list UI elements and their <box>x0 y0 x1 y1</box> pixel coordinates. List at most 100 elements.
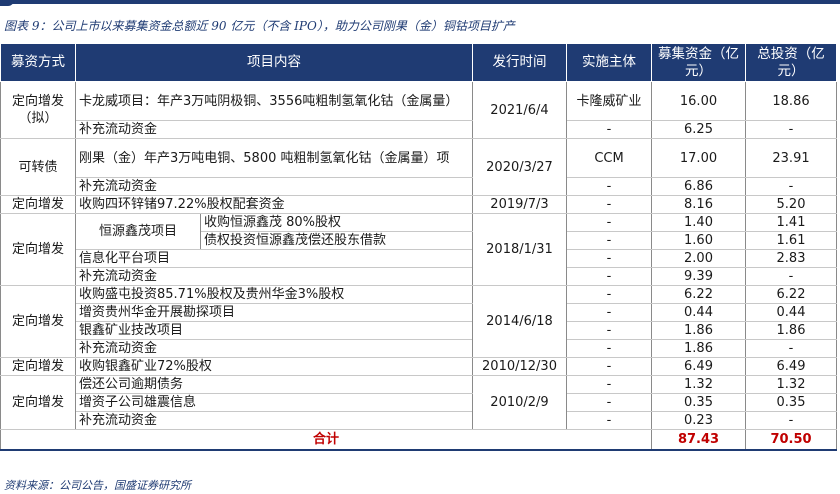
table-row: 补充流动资金 - 9.39 - <box>1 267 837 286</box>
raised-cell: 0.35 <box>651 393 746 412</box>
project-cell: 收购恒源鑫茂 80%股权 <box>200 213 473 232</box>
project-cell: 刚果（金）年产3万吨电铜、5800 吨粗制氢氧化钴（金属量）项 <box>75 138 473 178</box>
total-cell: - <box>745 411 837 430</box>
table-row: 增资贵州华金开展勘探项目 - 0.44 0.44 <box>1 303 837 322</box>
total-cell: 1.32 <box>745 375 837 394</box>
entity-cell: CCM <box>566 138 652 178</box>
total-label: 合计 <box>0 429 652 451</box>
table-row: 定向增发 收购四环锌锗97.22%股权配套资金 2019/7/3 - 8.16 … <box>0 195 837 214</box>
raised-cell: 1.86 <box>651 339 746 358</box>
table-row: 增资子公司雄震信息 - 0.35 0.35 <box>1 393 837 412</box>
total-cell: 18.86 <box>745 81 837 121</box>
table-row: 补充流动资金 - 0.23 - <box>1 411 837 430</box>
entity-cell: - <box>566 303 652 322</box>
total-cell: 5.20 <box>745 195 837 214</box>
table-row: 定向增发 收购盛屯投资85.71%股权及贵州华金3%股权 2014/6/18 -… <box>0 285 837 358</box>
total-cell: - <box>745 177 837 196</box>
entity-cell: - <box>566 285 652 304</box>
header-method: 募资方式 <box>0 43 76 82</box>
date-cell: 2019/7/3 <box>472 195 567 214</box>
entity-cell: - <box>566 195 652 214</box>
entity-cell: - <box>566 411 652 430</box>
top-rule <box>0 0 840 4</box>
header-raised: 募集资金（亿元） <box>651 43 746 82</box>
total-cell: - <box>745 339 837 358</box>
header-project: 项目内容 <box>75 43 473 82</box>
project-cell: 补充流动资金 <box>75 267 473 286</box>
project-cell: 增资贵州华金开展勘探项目 <box>75 303 473 322</box>
project-cell: 补充流动资金 <box>75 120 473 139</box>
project-cell: 补充流动资金 <box>75 177 473 196</box>
raised-cell: 1.32 <box>651 375 746 394</box>
project-cell: 债权投资恒源鑫茂偿还股东借款 <box>200 231 473 250</box>
total-cell: 1.61 <box>745 231 837 250</box>
total-total: 70.50 <box>745 429 837 451</box>
raised-cell: 6.25 <box>651 120 746 139</box>
method-cell: 定向增发 <box>0 357 76 376</box>
project-cell: 偿还公司逾期债务 <box>75 375 473 394</box>
table-row: 定向增发 收购银鑫矿业72%股权 2010/12/30 - 6.49 6.49 <box>0 357 837 376</box>
project-cell: 收购银鑫矿业72%股权 <box>75 357 473 376</box>
table-header-row: 募资方式 项目内容 发行时间 实施主体 募集资金（亿元） 总投资（亿元） <box>0 43 837 82</box>
table-row: 可转债 刚果（金）年产3万吨电铜、5800 吨粗制氢氧化钴（金属量）项 2020… <box>0 138 837 196</box>
total-cell: - <box>745 267 837 286</box>
project-cell: 增资子公司雄震信息 <box>75 393 473 412</box>
raised-cell: 6.22 <box>651 285 746 304</box>
date-cell: 2020/3/27 <box>472 138 567 196</box>
source-note: 资料来源：公司公告，国盛证券研究所 <box>4 479 191 492</box>
total-cell: 0.35 <box>745 393 837 412</box>
date-cell: 2018/1/31 <box>472 213 567 286</box>
header-date: 发行时间 <box>472 43 567 82</box>
table-row: 补充流动资金 - 1.86 - <box>1 339 837 358</box>
table-row: 定向增发 偿还公司逾期债务 2010/2/9 - 1.32 1.32 <box>0 375 837 430</box>
method-cell: 定向增发 <box>0 375 76 430</box>
total-cell: - <box>745 120 837 139</box>
raised-cell: 1.86 <box>651 321 746 340</box>
raised-cell: 9.39 <box>651 267 746 286</box>
entity-cell: - <box>566 267 652 286</box>
project-cell: 补充流动资金 <box>75 411 473 430</box>
raised-cell: 2.00 <box>651 249 746 268</box>
project-cell: 收购四环锌锗97.22%股权配套资金 <box>75 195 473 214</box>
raised-cell: 1.60 <box>651 231 746 250</box>
fundraising-table: 募资方式 项目内容 发行时间 实施主体 募集资金（亿元） 总投资（亿元） 定向增… <box>0 43 837 451</box>
method-cell: 可转债 <box>0 138 76 196</box>
entity-cell: - <box>566 321 652 340</box>
raised-cell: 8.16 <box>651 195 746 214</box>
total-cell: 6.49 <box>745 357 837 376</box>
table-row: 定向增发 恒源鑫茂项目 收购恒源鑫茂 80%股权 2018/1/31 - 1.4… <box>0 213 837 286</box>
entity-cell: - <box>566 177 652 196</box>
raised-cell: 16.00 <box>651 81 746 121</box>
table-row: 银鑫矿业技改项目 - 1.86 1.86 <box>1 321 837 340</box>
project-cell: 银鑫矿业技改项目 <box>75 321 473 340</box>
date-cell: 2010/2/9 <box>472 375 567 430</box>
entity-cell: - <box>566 393 652 412</box>
method-cell: 定向增发（拟） <box>0 81 76 139</box>
header-total: 总投资（亿元） <box>745 43 837 82</box>
total-raised: 87.43 <box>651 429 746 451</box>
entity-cell: - <box>566 213 652 232</box>
total-cell: 1.86 <box>745 321 837 340</box>
entity-cell: - <box>566 231 652 250</box>
entity-cell: 卡隆威矿业 <box>566 81 652 121</box>
total-cell: 1.41 <box>745 213 837 232</box>
header-entity: 实施主体 <box>566 43 652 82</box>
total-cell: 6.22 <box>745 285 837 304</box>
project-cell: 收购盛屯投资85.71%股权及贵州华金3%股权 <box>75 285 473 304</box>
method-cell: 定向增发 <box>0 213 76 286</box>
table-row: 定向增发（拟） 卡龙威项目：年产3万吨阴极铜、3556吨粗制氢氧化钴（金属量） … <box>0 81 837 139</box>
project-cell: 信息化平台项目 <box>75 249 473 268</box>
total-cell: 2.83 <box>745 249 837 268</box>
raised-cell: 6.49 <box>651 357 746 376</box>
total-cell: 23.91 <box>745 138 837 178</box>
entity-cell: - <box>566 339 652 358</box>
parent-project-cell: 恒源鑫茂项目 <box>75 213 201 250</box>
entity-cell: - <box>566 375 652 394</box>
entity-cell: - <box>566 249 652 268</box>
raised-cell: 6.86 <box>651 177 746 196</box>
date-cell: 2010/12/30 <box>472 357 567 376</box>
raised-cell: 1.40 <box>651 213 746 232</box>
project-cell: 补充流动资金 <box>75 339 473 358</box>
table-row: 信息化平台项目 - 2.00 2.83 <box>1 249 837 268</box>
total-row: 合计 87.43 70.50 <box>0 429 837 451</box>
